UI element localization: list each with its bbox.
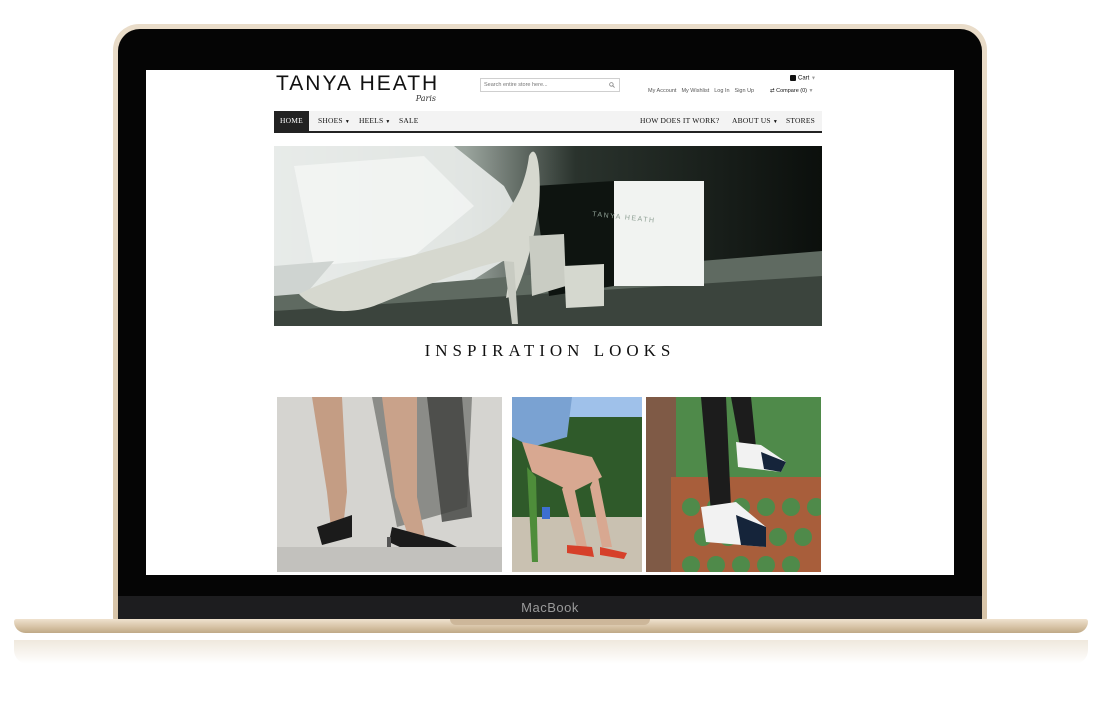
hero-banner[interactable]: TANYA HEATH: [274, 146, 822, 326]
nav-home[interactable]: HOME: [274, 111, 309, 131]
nav-shoes[interactable]: SHOES ▼: [318, 111, 350, 131]
look-photo: [277, 397, 502, 572]
nav-about-label: ABOUT US: [732, 116, 771, 125]
nav-heels[interactable]: HEELS ▼: [359, 111, 391, 131]
account-links: My Account My Wishlist Log In Sign Up: [648, 88, 759, 94]
look-image-red-sandals[interactable]: [512, 397, 642, 572]
main-navigation: HOME SHOES ▼ HEELS ▼ SALE HOW DOES IT WO…: [274, 111, 822, 133]
look-photo: [512, 397, 642, 572]
nav-stores[interactable]: STORES: [786, 111, 815, 131]
site-logo[interactable]: TANYA HEATH Paris: [276, 72, 440, 106]
nav-about-us[interactable]: ABOUT US ▼: [732, 111, 778, 131]
hero-image: TANYA HEATH: [274, 146, 822, 326]
caret-down-icon: ▼: [808, 88, 814, 94]
nav-shoes-label: SHOES: [318, 116, 343, 125]
nav-heels-label: HEELS: [359, 116, 384, 125]
nav-how-does-it-work[interactable]: HOW DOES IT WORK?: [640, 111, 719, 131]
search-icon[interactable]: [609, 82, 615, 88]
log-in-link[interactable]: Log In: [714, 88, 729, 94]
look-photo: [646, 397, 821, 572]
device-brand-label: MacBook: [521, 600, 579, 615]
sign-up-link[interactable]: Sign Up: [735, 88, 755, 94]
my-account-link[interactable]: My Account: [648, 88, 676, 94]
caret-down-icon: ▼: [385, 120, 391, 125]
look-image-oxford-shoes[interactable]: [646, 397, 821, 572]
compare-link[interactable]: ⇄ Compare (0) ▼: [770, 88, 814, 94]
lid-notch: [450, 619, 650, 625]
caret-down-icon: ▼: [772, 120, 778, 125]
section-title: INSPIRATION LOOKS: [424, 341, 676, 360]
compare-arrows-icon: ⇄: [770, 88, 775, 94]
my-wishlist-link[interactable]: My Wishlist: [681, 88, 709, 94]
cart-link[interactable]: Cart ▼: [790, 75, 816, 82]
search-box[interactable]: [480, 78, 620, 92]
look-image-black-sandals[interactable]: [277, 397, 502, 572]
logo-wordmark: TANYA HEATH: [276, 72, 440, 95]
base-reflection: [14, 640, 1088, 664]
shopping-bag-icon: [790, 75, 796, 81]
caret-down-icon: ▼: [344, 120, 350, 125]
caret-down-icon: ▼: [811, 75, 816, 82]
nav-sale[interactable]: SALE: [399, 111, 419, 131]
logo-city: Paris: [415, 94, 436, 103]
website-screen: TANYA HEATH Paris Cart ▼ My Account My Wi…: [146, 70, 954, 575]
search-input[interactable]: [484, 80, 604, 90]
cart-label: Cart: [798, 75, 810, 82]
compare-label: Compare (0): [776, 88, 808, 94]
